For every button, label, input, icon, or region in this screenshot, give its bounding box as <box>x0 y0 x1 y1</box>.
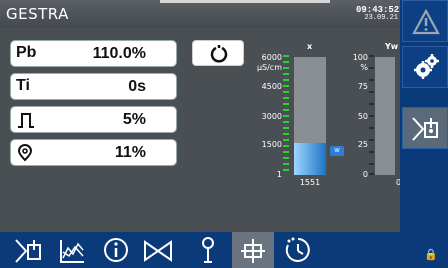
param-step-field[interactable]: 5% <box>10 106 177 133</box>
header-bar: GESTRA 09:43:52 23.09.21 <box>0 0 400 28</box>
step-icon <box>18 113 34 128</box>
reset-icon <box>210 45 228 63</box>
param-ti-label: Ti <box>16 77 30 94</box>
setpoint-marker: w <box>330 146 344 156</box>
clock-time: 09:43:52 <box>356 5 400 15</box>
gauge-yw-tick: 75 <box>357 82 368 91</box>
header-stripe <box>160 0 330 3</box>
clock: 09:43:52 23.09.21 <box>356 5 400 28</box>
controller-button[interactable] <box>402 107 448 149</box>
controller-symbol-icon <box>241 239 265 263</box>
gauge-yw-title: Yw <box>385 42 399 51</box>
clock-date: 23.09.21 <box>364 14 398 22</box>
info-icon <box>104 238 128 262</box>
gauge-yw-track <box>375 57 395 175</box>
nav-controller-button[interactable] <box>232 232 274 268</box>
nav-sensor-button[interactable] <box>190 232 226 268</box>
gauge-x-unit: μS/cm <box>256 63 282 72</box>
reset-button[interactable] <box>192 40 244 66</box>
lock-icon: 🔒 <box>424 249 438 261</box>
param-step-value: 5% <box>122 111 146 128</box>
operation-icon <box>15 239 41 263</box>
gauge-yw-tick: 50 <box>357 112 368 121</box>
timer-icon <box>285 237 310 262</box>
gauge-yw-tick: 0 <box>362 170 368 179</box>
gauge-x-tick: 1 <box>276 170 282 179</box>
param-pb-label: Pb <box>16 44 37 61</box>
gauge-x-scale <box>283 55 289 171</box>
param-pb-field[interactable]: Pb 110.0% <box>10 40 177 67</box>
gauge-yw-tick: 25 <box>357 140 368 149</box>
gauge-x-tick: 1500 <box>261 140 282 149</box>
brand-logo: GESTRA <box>6 5 69 23</box>
gears-icon <box>414 54 439 79</box>
param-ti-field[interactable]: Ti 0s <box>10 73 177 100</box>
controller-icon <box>412 117 438 141</box>
gauge-x-title: x <box>307 42 313 51</box>
warning-icon <box>412 9 440 35</box>
settings-button[interactable] <box>402 46 448 88</box>
nav-info-button[interactable] <box>98 232 134 268</box>
nav-operation-button[interactable] <box>10 232 46 268</box>
sensor-icon <box>202 237 214 263</box>
param-valve-value: 11% <box>114 144 146 161</box>
param-valve-field[interactable]: 11% <box>10 139 177 166</box>
gauge-x-value: 1551 <box>299 178 321 187</box>
nav-timer-button[interactable] <box>280 232 316 268</box>
nav-trend-button[interactable] <box>54 232 90 268</box>
param-pb-value: 110.0% <box>92 45 146 62</box>
trend-icon <box>60 240 84 263</box>
warning-button[interactable] <box>402 0 448 42</box>
nav-valve-button[interactable] <box>140 232 176 268</box>
gauge-x-tick: 3000 <box>261 112 282 121</box>
gauge-x-bar <box>294 143 326 175</box>
param-ti-value: 0s <box>128 78 146 95</box>
gauge-yw-unit: % <box>360 63 368 72</box>
valve-position-icon <box>17 144 33 162</box>
gauge-yw-tick: 100 <box>352 53 368 62</box>
gauge-x-tick: 4500 <box>261 82 282 91</box>
valve-icon <box>144 240 172 262</box>
gauge-x-tick-top: 6000 <box>261 53 282 62</box>
